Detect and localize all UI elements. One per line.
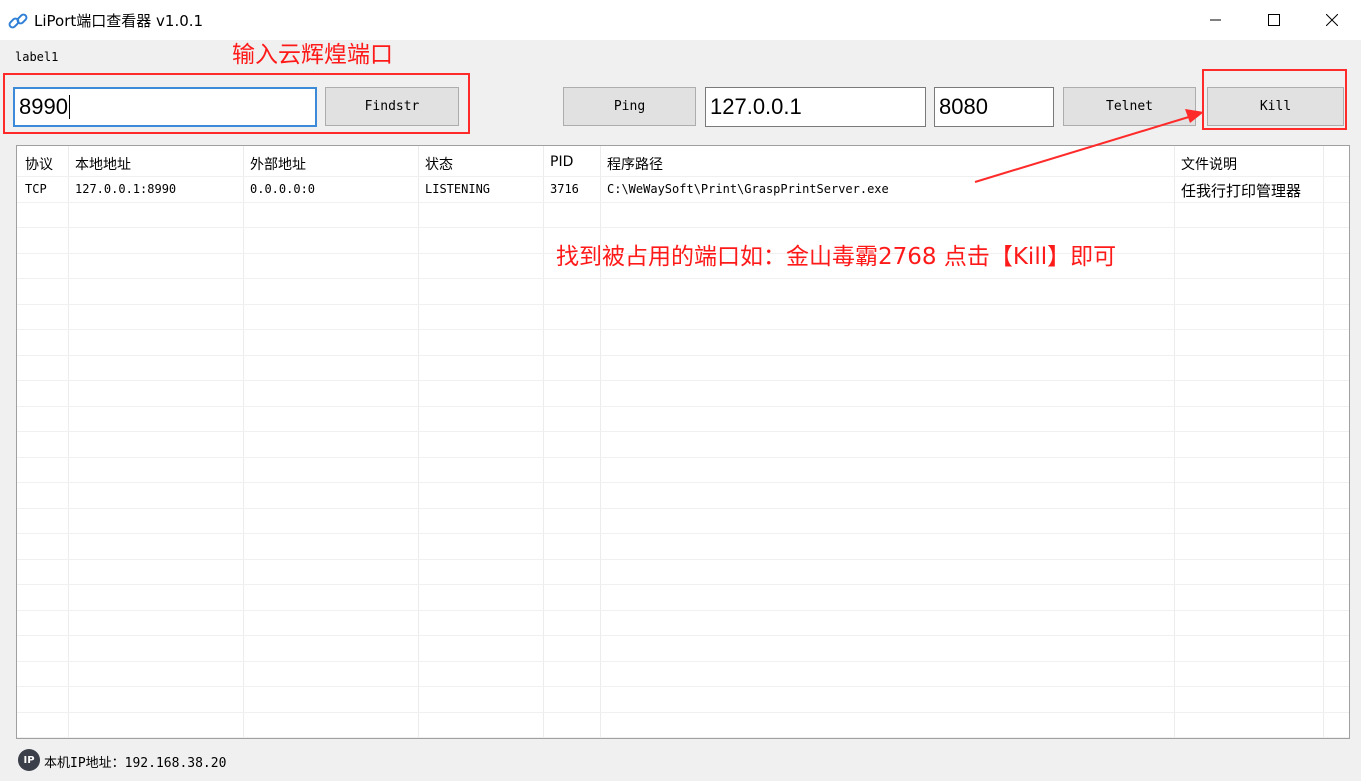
- maximize-icon: [1268, 14, 1280, 26]
- port-search-input[interactable]: 8990: [13, 87, 317, 127]
- annotation-main-hint: 找到被占用的端口如：金山毒霸2768 点击【Kill】即可: [556, 244, 1117, 270]
- telnet-port-value: 8080: [939, 94, 988, 119]
- column-header-file-description[interactable]: 文件说明: [1181, 154, 1237, 174]
- cell-local-address: 127.0.0.1:8990: [75, 182, 177, 196]
- column-header-remote-address[interactable]: 外部地址: [250, 154, 306, 174]
- findstr-button[interactable]: Findstr: [325, 87, 459, 126]
- text-caret: [68, 95, 70, 119]
- port-search-value: 8990: [19, 94, 68, 119]
- ping-button[interactable]: Ping: [563, 87, 696, 126]
- annotation-input-hint: 输入云辉煌端口: [232, 42, 393, 68]
- column-header-pid[interactable]: PID: [550, 154, 573, 170]
- column-header-program-path[interactable]: 程序路径: [607, 154, 663, 174]
- title-bar: LiPort端口查看器 v1.0.1: [0, 0, 1361, 40]
- cell-file-description: 任我行打印管理器: [1181, 182, 1302, 200]
- maximize-button[interactable]: [1245, 0, 1303, 40]
- close-icon: [1326, 14, 1338, 26]
- local-ip-value: 192.168.38.20: [124, 756, 227, 771]
- cell-remote-address: 0.0.0.0:0: [250, 182, 316, 196]
- cell-state: LISTENING: [425, 182, 491, 196]
- ip-address-value: 127.0.0.1: [710, 94, 802, 119]
- ip-address-input[interactable]: 127.0.0.1: [705, 87, 926, 127]
- column-header-local-address[interactable]: 本地地址: [75, 154, 131, 174]
- window-title: LiPort端口查看器 v1.0.1: [34, 12, 204, 30]
- local-ip-status: 本机IP地址：192.168.38.20: [44, 752, 226, 771]
- telnet-port-input[interactable]: 8080: [934, 87, 1054, 127]
- cell-program-path: C:\WeWaySoft\Print\GraspPrintServer.exe: [607, 182, 889, 196]
- ip-icon: IP: [18, 749, 40, 771]
- kill-button[interactable]: Kill: [1207, 87, 1344, 126]
- column-header-protocol[interactable]: 协议: [25, 154, 53, 174]
- telnet-button[interactable]: Telnet: [1063, 87, 1196, 126]
- table-header: 协议 本地地址 外部地址 状态 PID 程序路径 文件说明: [17, 146, 1349, 176]
- cell-pid: 3716: [550, 182, 579, 196]
- minimize-icon: [1210, 19, 1221, 21]
- label1: label1: [15, 50, 59, 64]
- minimize-button[interactable]: [1187, 0, 1245, 40]
- cell-protocol: TCP: [25, 182, 47, 196]
- close-button[interactable]: [1303, 0, 1361, 40]
- link-icon: [8, 11, 28, 31]
- port-list-table[interactable]: 协议 本地地址 外部地址 状态 PID 程序路径 文件说明 TCP 127.0.…: [16, 145, 1350, 739]
- local-ip-label: 本机IP地址：: [44, 756, 125, 771]
- column-header-state[interactable]: 状态: [425, 154, 453, 174]
